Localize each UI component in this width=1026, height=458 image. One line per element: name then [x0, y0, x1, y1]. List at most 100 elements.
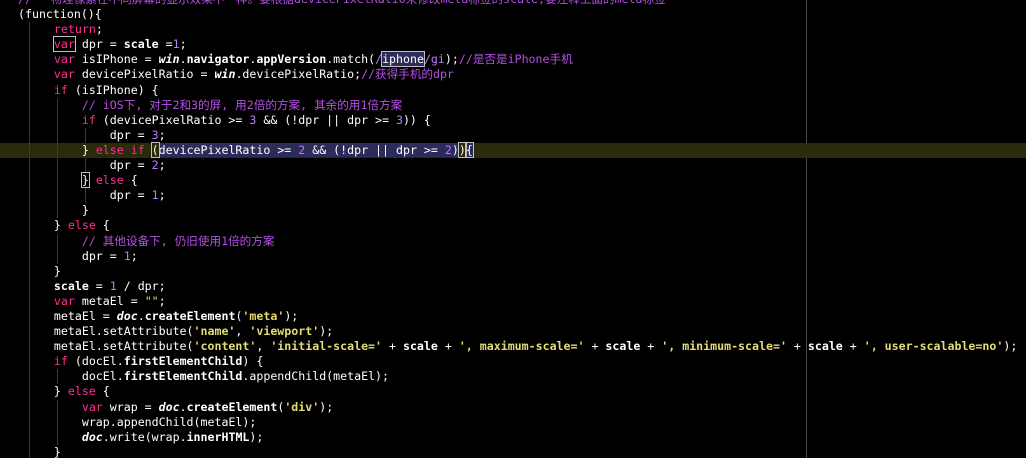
- code-line-current[interactable]: } else if (devicePixelRatio >= 2 && (!dp…: [0, 141, 1026, 159]
- code-token: 1: [109, 278, 117, 293]
- code-line[interactable]: } else {: [0, 384, 1026, 400]
- code-line[interactable]: metaEl.setAttribute('name', 'viewport');: [0, 324, 1026, 340]
- code-line[interactable]: }: [0, 263, 1026, 279]
- code-token: wrap =: [102, 399, 159, 414]
- code-token: createElement: [144, 308, 236, 323]
- code-token: // 一物理像素在不同屏幕的显示效果不一样。要根据devicePixelRati…: [18, 0, 666, 6]
- code-token: scale: [807, 339, 843, 354]
- code-line[interactable]: metaEl.setAttribute('content', 'initial-…: [0, 339, 1026, 355]
- code-line[interactable]: }: [0, 203, 1026, 219]
- code-line[interactable]: if (devicePixelRatio >= 3 && (!dpr || dp…: [0, 112, 1026, 128]
- code-line[interactable]: dpr = 1;: [0, 248, 1026, 264]
- code-line[interactable]: if (isIPhone) {: [0, 82, 1026, 98]
- code-line[interactable]: dpr = 2;: [0, 158, 1026, 174]
- code-line-text: doc.write(wrap.innerHTML);: [26, 430, 264, 445]
- code-token: else: [95, 142, 124, 157]
- code-token: ,: [235, 324, 250, 339]
- code-token: var: [81, 399, 103, 414]
- code-token: ;: [158, 293, 166, 308]
- code-token: (isIPhone) {: [67, 82, 159, 97]
- code-token: =: [158, 37, 173, 52]
- code-token: metaEl =: [26, 308, 117, 323]
- code-token: (: [186, 339, 194, 354]
- code-line-text: scale = 1 / dpr;: [26, 279, 166, 294]
- code-line[interactable]: docEl.firstElementChild.appendChild(meta…: [0, 369, 1026, 385]
- code-token: {: [464, 141, 474, 158]
- code-token: }: [26, 203, 89, 218]
- code-token: ;: [130, 248, 138, 263]
- code-token: }: [26, 218, 68, 233]
- code-token: ;: [179, 37, 187, 52]
- code-token: metaEl.: [26, 339, 103, 354]
- code-token: dpr =: [26, 127, 152, 142]
- code-token: setAttribute: [102, 339, 187, 354]
- code-token: else: [67, 218, 96, 233]
- code-line[interactable]: // iOS下, 对于2和3的屏, 用2倍的方案, 其余的用1倍方案: [0, 97, 1026, 113]
- code-line-text: var devicePixelRatio = win.devicePixelRa…: [26, 67, 454, 82]
- code-token: docEl.: [26, 369, 124, 384]
- code-line[interactable]: var isIPhone = win.navigator.appVersion.…: [0, 51, 1026, 68]
- code-line-text: dpr = 2;: [26, 158, 166, 173]
- code-token: scale: [402, 339, 438, 354]
- code-line-text: metaEl.setAttribute('content', 'initial-…: [26, 339, 1017, 354]
- code-token: dpr =: [26, 248, 124, 263]
- code-token: 'initial-scale=': [270, 339, 383, 354]
- code-line-text: // iOS下, 对于2和3的屏, 用2倍的方案, 其余的用1倍方案: [26, 98, 402, 113]
- code-line[interactable]: scale = 1 / dpr;: [0, 278, 1026, 294]
- code-token: ;: [158, 158, 166, 173]
- code-token: wrap.: [26, 414, 117, 429]
- code-token: else: [67, 384, 96, 399]
- code-token: );: [444, 52, 459, 67]
- code-token: return: [53, 22, 96, 37]
- code-line-text: var wrap = doc.createElement('div');: [26, 400, 333, 415]
- code-token: dpr =: [74, 37, 124, 52]
- code-token: win: [214, 67, 236, 82]
- code-line[interactable]: var wrap = doc.createElement('div');: [0, 399, 1026, 415]
- code-line[interactable]: // 其他设备下, 仍旧使用1倍的方案: [0, 233, 1026, 249]
- code-line[interactable]: return;: [0, 22, 1026, 38]
- code-line[interactable]: } else {: [0, 172, 1026, 189]
- code-line[interactable]: if (docEl.firstElementChild) {: [0, 354, 1026, 370]
- code-line[interactable]: }: [0, 444, 1026, 458]
- code-line-text: metaEl.setAttribute('name', 'viewport');: [26, 324, 333, 339]
- code-editor[interactable]: // 一物理像素在不同屏幕的显示效果不一样。要根据devicePixelRati…: [0, 0, 1026, 458]
- code-line[interactable]: } else {: [0, 218, 1026, 234]
- code-line[interactable]: dpr = 1;: [0, 188, 1026, 204]
- code-token: setAttribute: [102, 324, 187, 339]
- code-line[interactable]: dpr = 3;: [0, 127, 1026, 143]
- code-token: ,: [256, 339, 271, 354]
- code-line[interactable]: // 一物理像素在不同屏幕的显示效果不一样。要根据devicePixelRati…: [0, 0, 1026, 7]
- code-token: 2: [444, 142, 452, 157]
- code-token: 1: [151, 188, 159, 203]
- code-line[interactable]: wrap.appendChild(metaEl);: [0, 414, 1026, 430]
- code-token: appVersion: [256, 52, 327, 67]
- code-line[interactable]: var devicePixelRatio = win.devicePixelRa…: [0, 67, 1026, 83]
- code-token: (devicePixelRatio >=: [95, 112, 250, 127]
- code-token: dpr =: [26, 158, 152, 173]
- code-line[interactable]: metaEl = doc.createElement('meta');: [0, 308, 1026, 325]
- code-token: // 其他设备下, 仍旧使用1倍的方案: [81, 233, 275, 248]
- code-line[interactable]: var dpr = scale =1;: [0, 36, 1026, 53]
- code-token: navigator: [186, 52, 250, 67]
- code-token: if: [130, 142, 145, 157]
- code-token: ', maximum-scale=': [458, 339, 585, 354]
- code-line[interactable]: var metaEl = "";: [0, 293, 1026, 309]
- code-line[interactable]: (function(){: [0, 7, 1026, 22]
- code-token: 1: [172, 37, 180, 52]
- code-line-text: }: [26, 264, 61, 279]
- code-token: isIPhone =: [74, 52, 159, 67]
- code-token: ;: [95, 22, 103, 37]
- code-line[interactable]: doc.write(wrap.innerHTML);: [0, 429, 1026, 445]
- code-line-text: docEl.firstElementChild.appendChild(meta…: [26, 369, 389, 384]
- code-token: (metaEl);: [326, 369, 389, 384]
- code-line-text: } else {: [26, 172, 138, 189]
- code-token: doc: [116, 308, 138, 323]
